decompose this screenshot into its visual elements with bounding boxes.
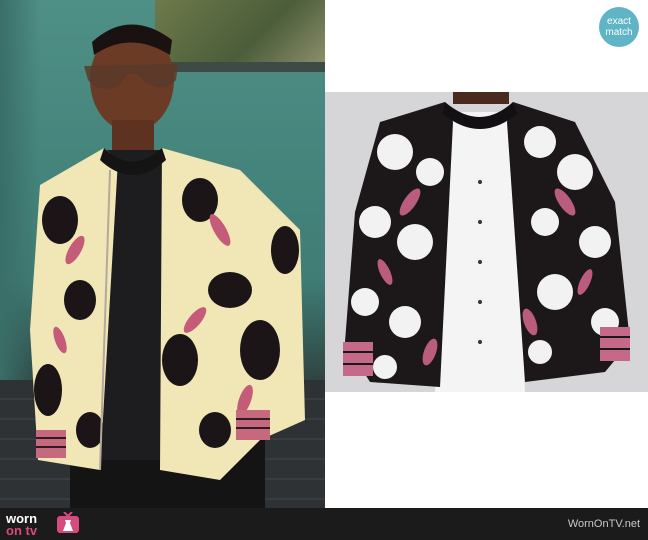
exact-match-badge: exact match — [599, 7, 639, 47]
right-bottom-whitespace — [325, 392, 648, 508]
product-photo[interactable] — [325, 92, 648, 392]
badge-line2: match — [605, 27, 633, 38]
product-jacket-illustration — [343, 92, 630, 392]
right-top-whitespace — [325, 0, 648, 92]
badge-line1: exact — [607, 16, 631, 27]
logo-text-ontv: on tv — [6, 523, 38, 538]
wornontv-logo[interactable]: worn on tv — [4, 511, 84, 538]
tv-still-photo — [0, 0, 325, 508]
site-name: WornOnTV.net — [567, 518, 640, 530]
person-illustration — [30, 24, 305, 508]
footer-bar — [0, 508, 648, 540]
tv-dress-icon — [57, 512, 79, 533]
